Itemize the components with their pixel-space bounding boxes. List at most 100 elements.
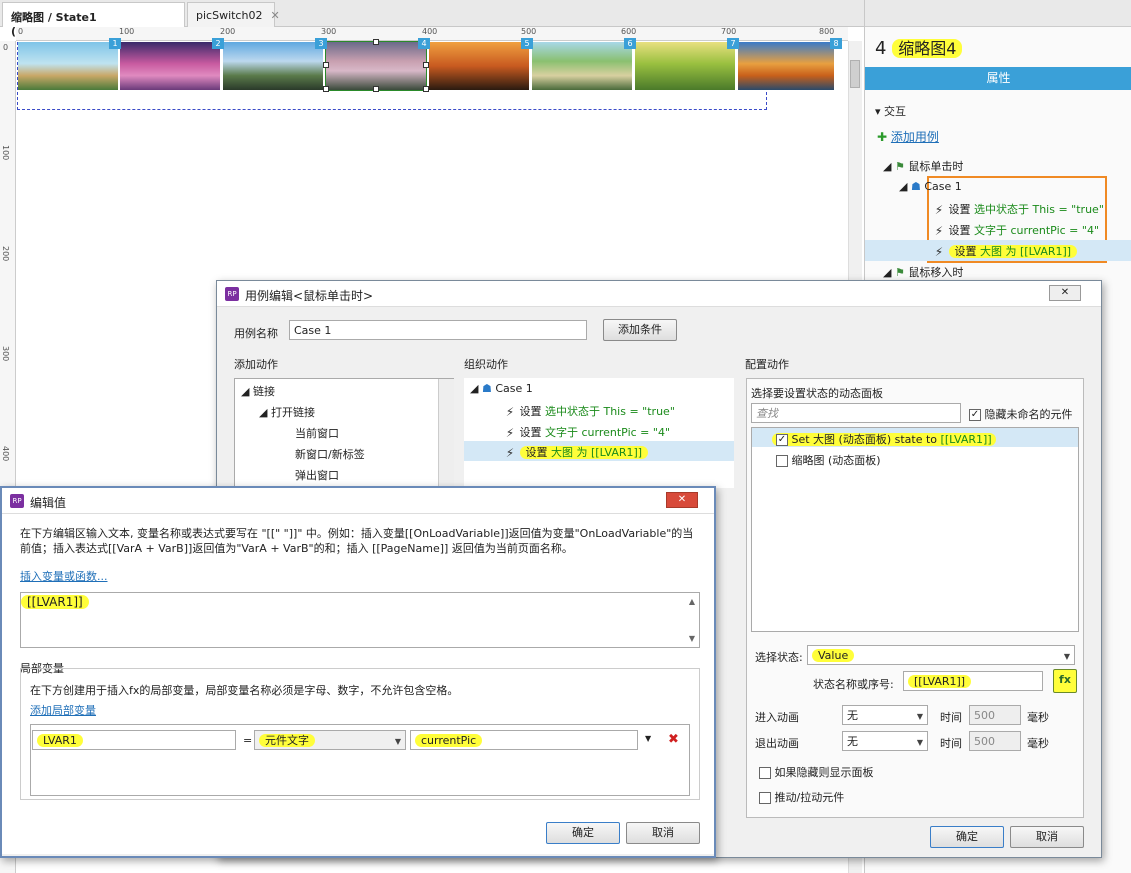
editor-value: [[LVAR1]] (21, 595, 89, 609)
exit-anim-dropdown[interactable]: 无 ▼ (842, 731, 928, 751)
thumbnail-number-tag: 1 (109, 38, 121, 49)
add-case-label: 添加用例 (890, 130, 939, 144)
close-icon[interactable]: ✕ (270, 9, 279, 22)
add-condition-button[interactable]: 添加条件 (603, 319, 677, 341)
cancel-button[interactable]: 取消 (626, 822, 700, 844)
select-value: 无 (847, 709, 858, 722)
show-if-hidden-checkbox[interactable]: 如果隐藏则显示面板 (759, 764, 874, 780)
close-icon[interactable]: ✕ (666, 492, 698, 508)
value-editor[interactable]: [[LVAR1]] ▲ ▼ (20, 592, 700, 648)
checkbox-icon (759, 792, 771, 804)
org-case-item[interactable]: ◢ ☗ Case 1 (470, 382, 533, 395)
thumbnail-5[interactable] (429, 42, 529, 90)
tree-item-popup[interactable]: 弹出窗口 (295, 467, 339, 483)
case-name-input[interactable]: Case 1 (289, 320, 587, 340)
tab-thumbnail-state[interactable]: 缩略图 / State1 (picSwitch02)✕ (2, 2, 185, 38)
var-type-dropdown[interactable]: 元件文字 ▼ (254, 730, 406, 750)
event-on-click[interactable]: ◢ ⚑ 鼠标单击时 (883, 158, 963, 174)
ruler-tick: 0 (18, 27, 24, 36)
org-action-2[interactable]: ⚡ 设置 文字于 currentPic = "4" (504, 424, 670, 440)
ok-button[interactable]: 确定 (546, 822, 620, 844)
thumbnail-number-tag: 8 (830, 38, 842, 49)
ruler-tick: 100 (1, 145, 10, 161)
chevron-down-icon[interactable]: ▼ (689, 634, 695, 643)
state-name-label: 状态名称或序号: (813, 678, 894, 691)
chevron-up-icon[interactable]: ▲ (689, 597, 695, 606)
enter-time-input[interactable]: 500 (969, 705, 1021, 725)
enter-anim-label: 进入动画 (755, 711, 799, 724)
tab-properties[interactable]: 属性 (865, 67, 1131, 90)
state-name-input[interactable]: [[LVAR1]] (903, 671, 1043, 691)
tree-item-link[interactable]: ◢ 链接 (241, 383, 275, 399)
scrollbar-thumb[interactable] (850, 60, 860, 88)
thumbnail-7[interactable] (635, 42, 735, 90)
thumbnail-8[interactable] (738, 42, 834, 90)
bolt-icon: ⚡ (934, 245, 944, 259)
enter-anim-dropdown[interactable]: 无 ▼ (842, 705, 928, 725)
section-interaction[interactable]: ▾ 交互 (875, 103, 906, 119)
resize-handle[interactable] (373, 39, 379, 45)
thumbnail-6[interactable] (532, 42, 632, 90)
tab-picswitch[interactable]: picSwitch02 ✕ (187, 2, 280, 27)
action-item-1[interactable]: ⚡ 设置 选中状态于 This = "true" (933, 201, 1104, 217)
action-item-3[interactable]: ⚡ 设置 大图 为 [[LVAR1]] (933, 243, 1078, 259)
tree-item-open-link[interactable]: ◢ 打开链接 (259, 404, 315, 420)
panel-item-thumb[interactable]: 缩略图 (动态面板) (776, 452, 881, 468)
action-item-2[interactable]: ⚡ 设置 文字于 currentPic = "4" (933, 222, 1099, 238)
cancel-button[interactable]: 取消 (1010, 826, 1084, 848)
tree-item-new-window[interactable]: 新窗口/新标签 (295, 446, 365, 462)
thumbnail-number-tag: 4 (418, 38, 430, 49)
close-icon[interactable]: ✕ (1049, 285, 1081, 301)
var-target-input[interactable]: currentPic (410, 730, 638, 750)
select-value: 无 (847, 735, 858, 748)
widget-name: 缩略图4 (892, 39, 963, 58)
resize-handle[interactable] (373, 86, 379, 92)
chevron-down-icon: ▼ (916, 738, 923, 747)
resize-handle[interactable] (423, 62, 429, 68)
bolt-icon: ⚡ (934, 203, 944, 217)
resize-handle[interactable] (323, 62, 329, 68)
delete-icon[interactable]: ✖ (668, 732, 679, 747)
checkbox-label: 如果隐藏则显示面板 (774, 766, 874, 779)
resize-handle[interactable] (423, 86, 429, 92)
tree-label: 打开链接 (270, 406, 315, 419)
org-action-3[interactable]: ⚡ 设置 大图 为 [[LVAR1]] (504, 444, 649, 460)
resize-handle[interactable] (323, 86, 329, 92)
case-item[interactable]: ◢ ☗ Case 1 (899, 180, 962, 193)
chevron-down-icon[interactable]: ▼ (645, 734, 651, 743)
var-type-value: 元件文字 (259, 734, 315, 747)
panel-item-big[interactable]: ✓ Set 大图 (动态面板) state to [[LVAR1]] (772, 431, 996, 447)
ruler-tick: 400 (422, 27, 438, 36)
exit-anim-label: 退出动画 (755, 737, 799, 750)
thumbnail-4[interactable] (325, 41, 427, 91)
hide-unnamed-checkbox[interactable]: ✓ 隐藏未命名的元件 (969, 406, 1073, 422)
tree-scrollbar[interactable] (438, 379, 454, 487)
plus-icon: ✚ (877, 130, 888, 144)
var-name-input[interactable]: LVAR1 (32, 730, 236, 750)
checkbox-icon (759, 767, 771, 779)
action-prefix: 设置 (948, 224, 971, 237)
thumbnail-3[interactable] (223, 42, 323, 90)
event-on-hover[interactable]: ◢ ⚑ 鼠标移入时 (883, 264, 963, 280)
thumbnail-2[interactable] (120, 42, 220, 90)
ok-button[interactable]: 确定 (930, 826, 1004, 848)
org-action-1[interactable]: ⚡ 设置 选中状态于 This = "true" (504, 403, 675, 419)
action-prefix: 设置 (948, 203, 971, 216)
tree-item-current-window[interactable]: 当前窗口 (295, 425, 339, 441)
add-case-link[interactable]: ✚ 添加用例 (877, 128, 939, 145)
ruler-tick: 600 (621, 27, 637, 36)
var-name-value: LVAR1 (37, 734, 83, 747)
select-state-dropdown[interactable]: Value ▼ (807, 645, 1075, 665)
widget-title[interactable]: 4 缩略图4 (875, 35, 963, 59)
organize-action-heading: 组织动作 (464, 358, 508, 371)
configure-panel: 选择要设置状态的动态面板 查找 ✓ 隐藏未命名的元件 ✓ Set 大图 (动态面… (746, 378, 1084, 818)
push-pull-checkbox[interactable]: 推动/拉动元件 (759, 789, 844, 805)
fx-button[interactable]: fx (1053, 669, 1077, 693)
panel-text: Set 大图 (动态面板) state to (791, 433, 941, 446)
exit-time-input[interactable]: 500 (969, 731, 1021, 751)
thumbnail-1[interactable] (18, 42, 118, 90)
search-input[interactable]: 查找 (751, 403, 961, 423)
thumbnail-number-tag: 2 (212, 38, 224, 49)
add-local-variable-link[interactable]: 添加局部变量 (30, 702, 96, 718)
insert-variable-link[interactable]: 插入变量或函数... (20, 568, 108, 584)
